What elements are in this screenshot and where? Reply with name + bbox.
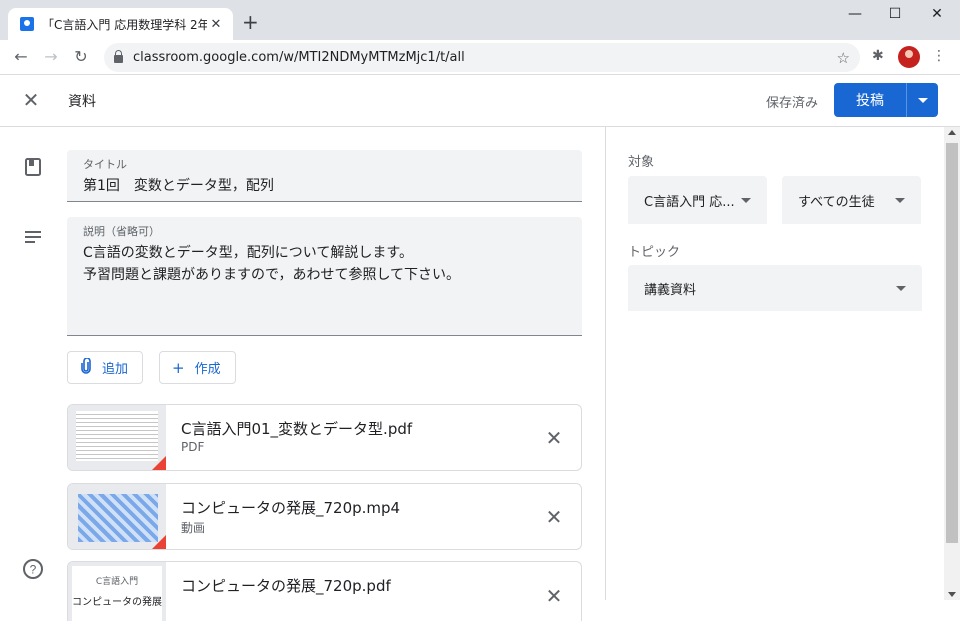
maximize-icon[interactable]: ☐ (880, 6, 910, 22)
material-form: ? タイトル 第1回 変数とデータ型，配列 説明（省略可） C言語の変数とデータ… (0, 127, 605, 621)
description-field[interactable]: 説明（省略可） C言語の変数とデータ型，配列について解説します。 予習問題と課題… (67, 217, 582, 336)
back-icon[interactable]: ← (10, 47, 32, 66)
address-bar[interactable]: classroom.google.com/w/MTI2NDMyMTMzMjc1/… (104, 43, 860, 72)
browser-tab[interactable]: 「C言語入門 応用数理学科 2年」の ✕ (8, 8, 233, 40)
plus-icon: + (172, 358, 185, 377)
reload-icon[interactable]: ↻ (70, 47, 92, 66)
create-label: 作成 (194, 362, 221, 377)
post-options-button[interactable] (906, 83, 938, 117)
tab-title: 「C言語入門 応用数理学科 2年」の (42, 17, 207, 32)
topic-select-value: 講義資料 (644, 282, 697, 298)
dropdown-arrow-icon (896, 285, 906, 291)
description-label: 説明（省略可） (83, 225, 160, 238)
avatar[interactable] (898, 46, 920, 68)
add-label: 追加 (102, 362, 129, 377)
students-select[interactable]: すべての生徒 (782, 176, 921, 224)
pdf-thumbnail (68, 405, 166, 470)
thumbnail-line: コンピュータの発展 (72, 597, 162, 608)
thumbnail-line: C言語入門 (95, 577, 139, 587)
dropdown-arrow-icon (895, 197, 905, 203)
attachment-card[interactable]: C言語入門 コンピュータの発展 コンピュータの発展_720p.pdf ✕ (67, 561, 582, 621)
page-scrollbar[interactable] (944, 127, 960, 600)
title-input[interactable]: 第1回 変数とデータ型，配列 (83, 175, 566, 197)
paperclip-icon (80, 356, 92, 378)
browser-tabstrip: 「C言語入門 応用数理学科 2年」の ✕ + — ☐ ✕ (0, 0, 960, 40)
class-select-value: C言語入門 応... (644, 194, 735, 210)
scrollbar-thumb[interactable] (946, 143, 958, 543)
browser-toolbar: ← → ↻ classroom.google.com/w/MTI2NDMyMTM… (0, 40, 960, 75)
extensions-icon[interactable]: ✱ (872, 48, 884, 64)
app-header: ✕ 資料 保存済み 投稿 (0, 75, 960, 127)
title-field[interactable]: タイトル 第1回 変数とデータ型，配列 (67, 150, 582, 202)
chevron-down-icon (917, 97, 928, 103)
description-input[interactable]: C言語の変数とデータ型，配列について解説します。 予習問題と課題がありますので，… (83, 242, 566, 286)
post-button-group: 投稿 (834, 83, 938, 117)
lock-icon (114, 50, 123, 63)
description-line: 予習問題と課題がありますので，あわせて参照して下さい。 (83, 267, 461, 283)
pdf-thumbnail: C言語入門 コンピュータの発展 (68, 562, 166, 621)
attachment-type: 動画 (181, 521, 206, 535)
target-label: 対象 (628, 155, 655, 170)
url-text: classroom.google.com/w/MTI2NDMyMTMzMjc1/… (133, 50, 465, 65)
title-label: タイトル (83, 158, 127, 171)
add-attachment-button[interactable]: 追加 (67, 351, 143, 384)
new-tab-icon[interactable]: + (242, 12, 259, 32)
description-line: C言語の変数とデータ型，配列について解説します。 (83, 245, 413, 261)
class-select[interactable]: C言語入門 応... (628, 176, 767, 224)
svg-text:?: ? (30, 563, 37, 577)
window-close-icon[interactable]: ✕ (922, 6, 952, 22)
attachment-card[interactable]: コンピュータの発展_720p.mp4 動画 ✕ (67, 483, 582, 550)
students-select-value: すべての生徒 (798, 194, 875, 210)
close-icon[interactable]: ✕ (20, 88, 42, 112)
remove-attachment-icon[interactable]: ✕ (543, 505, 565, 529)
dropdown-arrow-icon (741, 197, 751, 203)
pdf-badge-icon (152, 456, 166, 470)
attachment-card[interactable]: C言語入門01_変数とデータ型.pdf PDF ✕ (67, 404, 582, 471)
video-badge-icon (152, 535, 166, 549)
post-button[interactable]: 投稿 (834, 83, 906, 117)
create-button[interactable]: + 作成 (159, 351, 236, 384)
attachment-name[interactable]: コンピュータの発展_720p.pdf (181, 575, 391, 596)
attachment-name[interactable]: C言語入門01_変数とデータ型.pdf (181, 418, 412, 439)
tab-close-icon[interactable]: ✕ (207, 17, 225, 32)
classroom-favicon-icon (20, 17, 34, 31)
settings-pane: 対象 C言語入門 応... すべての生徒 トピック 講義資料 (606, 127, 944, 600)
forward-icon[interactable]: → (40, 47, 62, 66)
attachment-name[interactable]: コンピュータの発展_720p.mp4 (181, 497, 400, 518)
topic-label: トピック (628, 245, 681, 260)
video-thumbnail (68, 484, 166, 549)
topic-select[interactable]: 講義資料 (628, 265, 922, 311)
scroll-up-icon[interactable] (948, 130, 956, 135)
scroll-down-icon[interactable] (948, 592, 956, 597)
remove-attachment-icon[interactable]: ✕ (543, 426, 565, 450)
attachment-type: PDF (181, 440, 205, 454)
saved-status: 保存済み (766, 96, 819, 111)
bookmark-star-icon[interactable]: ☆ (837, 49, 850, 67)
book-icon (22, 157, 44, 181)
help-icon[interactable]: ? (22, 558, 44, 584)
browser-menu-icon[interactable]: ⋮ (932, 48, 946, 64)
minimize-icon[interactable]: — (840, 6, 870, 22)
notes-icon (22, 227, 44, 251)
remove-attachment-icon[interactable]: ✕ (543, 584, 565, 608)
page-title: 資料 (68, 94, 96, 110)
